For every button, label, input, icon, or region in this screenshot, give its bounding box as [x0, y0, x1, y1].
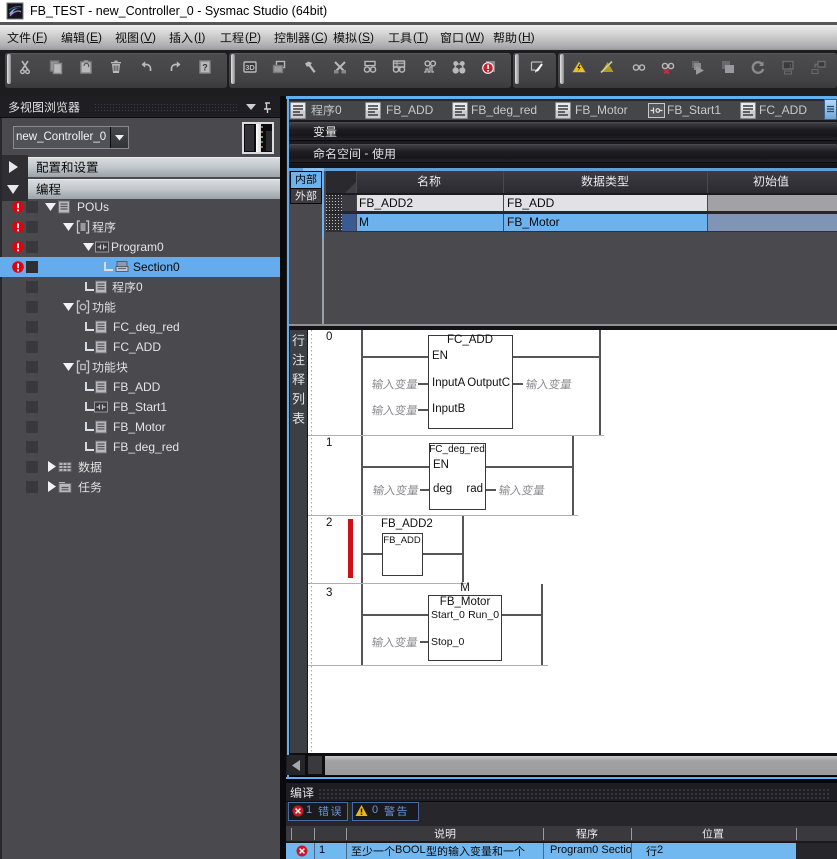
svg-text:3D: 3D [245, 63, 255, 72]
svg-text:1: 1 [788, 64, 792, 71]
svg-text:?: ? [202, 63, 208, 73]
